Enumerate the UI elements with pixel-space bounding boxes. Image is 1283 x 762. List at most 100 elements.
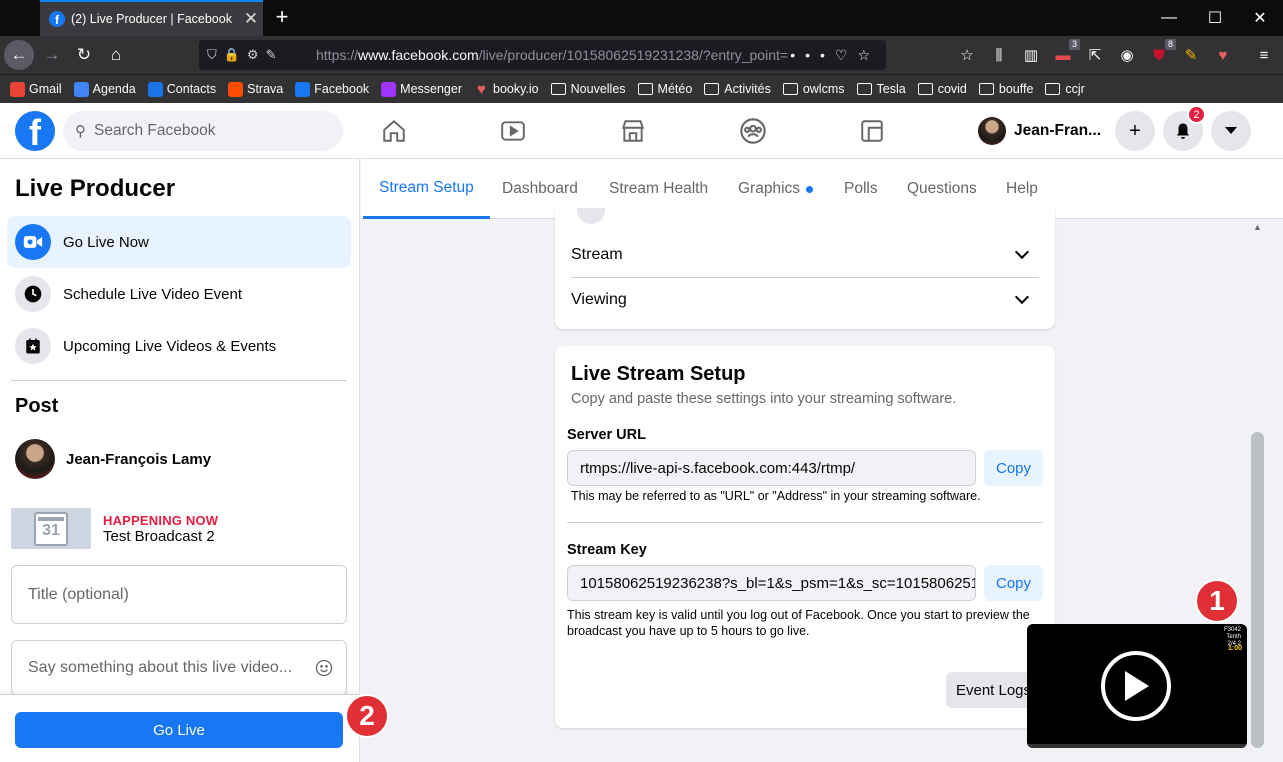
star-calendar-icon — [15, 328, 51, 364]
extension-yellow-icon[interactable]: ✎ — [1180, 44, 1202, 66]
settings-section-icon — [577, 208, 605, 224]
bookmark-label: Tesla — [876, 82, 906, 96]
bookmark-item[interactable]: ccjr — [1045, 82, 1085, 96]
accordion-label: Stream — [571, 246, 623, 263]
bookmark-item[interactable]: Nouvelles — [550, 82, 626, 96]
menu-hamburger-icon[interactable]: ≡ — [1253, 44, 1275, 66]
copy-server-url-button[interactable]: Copy — [984, 450, 1043, 486]
bookmark-label: booky.io — [493, 82, 539, 96]
url-actions[interactable]: •••♡☆ — [790, 47, 886, 64]
description-input[interactable]: Say something about this live video... — [11, 640, 347, 696]
profile-chip[interactable]: Jean-Fran... — [978, 115, 1101, 147]
annotation-marker-2: 2 — [345, 694, 389, 738]
back-button[interactable]: ← — [4, 40, 34, 70]
scroll-up-arrow-icon[interactable]: ▲ — [1251, 222, 1264, 235]
bookmark-item[interactable]: bouffe — [978, 82, 1033, 96]
bookmark-item[interactable]: covid — [917, 82, 967, 96]
sidebar-item-go-live-now[interactable]: Go Live Now — [7, 216, 351, 268]
bookmark-item[interactable]: Agenda — [73, 81, 136, 97]
folder-icon — [782, 83, 798, 95]
watch-nav-icon[interactable] — [496, 115, 530, 147]
folder-icon — [978, 83, 994, 95]
bookmark-label: Activités — [724, 82, 771, 96]
browser-tab-strip: f (2) Live Producer | Facebook ✕ + — ☐ ✕ — [0, 0, 1283, 36]
folder-icon — [704, 83, 720, 95]
folder-icon — [1045, 83, 1061, 95]
home-nav-icon[interactable] — [377, 115, 411, 147]
caret-down-icon — [1225, 127, 1237, 134]
library-icon[interactable]: ⫼ — [988, 44, 1010, 66]
browser-tab-title: (2) Live Producer | Facebook — [71, 12, 232, 26]
bell-icon — [1177, 123, 1189, 139]
minimize-window-button[interactable]: — — [1146, 0, 1192, 36]
bookmark-label: Agenda — [92, 82, 136, 96]
bookmark-item[interactable]: ♥ booky.io — [474, 80, 539, 98]
ublock-icon[interactable]: ⛊ 8 — [1148, 39, 1176, 66]
new-tab-button[interactable]: + — [270, 5, 294, 29]
bookmark-item[interactable]: Facebook — [295, 81, 369, 97]
maximize-window-button[interactable]: ☐ — [1192, 0, 1238, 36]
scoreboard-line: Tenth — [1226, 634, 1241, 640]
annotation-marker-1: 1 — [1195, 579, 1239, 623]
bookmark-item[interactable]: Gmail — [10, 81, 62, 97]
title-input[interactable]: Title (optional) — [11, 565, 347, 624]
stream-preview-player[interactable]: F3042 Tenth 2/4 2 1:00 — [1027, 624, 1247, 748]
close-tab-icon[interactable]: ✕ — [239, 9, 263, 29]
bookmark-item[interactable]: Activités — [704, 82, 771, 96]
post-heading: Post — [15, 395, 59, 417]
site-security-icons[interactable]: ⛉🔒⚙✎ — [199, 47, 316, 63]
clock-icon — [15, 276, 51, 312]
booky-heart-icon[interactable]: ♥ — [1212, 44, 1234, 66]
bookmark-label: Contacts — [166, 82, 217, 96]
gaming-nav-icon[interactable] — [855, 115, 889, 147]
live-stream-setup-card: Live Stream Setup Copy and paste these s… — [555, 346, 1055, 728]
sidebar-icon[interactable]: ▥ — [1020, 44, 1042, 66]
bookmark-item[interactable]: owlcms — [782, 82, 845, 96]
heart-icon: ♥ — [477, 80, 486, 98]
create-button[interactable]: + — [1115, 111, 1155, 151]
close-window-button[interactable]: ✕ — [1237, 0, 1283, 36]
go-live-button[interactable]: Go Live — [15, 712, 343, 748]
facebook-header: f ⚲ Search Facebook Jean-Fran... + 2 — [0, 103, 1283, 159]
accordion-stream[interactable]: Stream — [571, 233, 1039, 277]
plus-icon: + — [1129, 119, 1141, 142]
play-icon[interactable] — [1101, 651, 1171, 721]
bookmark-item[interactable]: Contacts — [147, 81, 217, 97]
calendar-day: 31 — [42, 521, 60, 539]
divider — [11, 380, 347, 381]
marketplace-nav-icon[interactable] — [616, 115, 650, 147]
reload-button[interactable]: ↻ — [69, 40, 99, 70]
setup-title: Live Stream Setup — [571, 363, 746, 385]
emoji-icon[interactable] — [314, 658, 334, 678]
sidebar-item-schedule-live-video-event[interactable]: Schedule Live Video Event — [7, 268, 351, 320]
groups-nav-icon[interactable] — [736, 115, 770, 147]
search-input[interactable]: ⚲ Search Facebook — [63, 111, 343, 151]
facebook-logo-icon[interactable]: f — [15, 111, 55, 151]
scrollbar-thumb[interactable] — [1251, 432, 1264, 748]
bookmark-item[interactable]: Météo — [637, 82, 692, 96]
bookmark-item[interactable]: Strava — [228, 81, 283, 97]
server-url-field[interactable]: rtmps://live-api-s.facebook.com:443/rtmp… — [567, 450, 976, 486]
notifications-button[interactable]: 2 — [1163, 105, 1206, 151]
tab-stream-setup[interactable]: Stream Setup — [363, 159, 490, 219]
open-external-icon[interactable]: ⇱ — [1084, 44, 1106, 66]
event-status: HAPPENING NOW — [103, 512, 219, 528]
extension-red-icon[interactable]: ▬ 3 — [1052, 39, 1080, 66]
bookmark-item[interactable]: Tesla — [856, 82, 906, 96]
strava-icon — [228, 81, 244, 97]
browser-tab[interactable]: f (2) Live Producer | Facebook ✕ — [40, 0, 263, 36]
address-bar[interactable]: ⛉🔒⚙✎ https://www.facebook.com/live/produ… — [199, 40, 886, 70]
home-button[interactable]: ⌂ — [101, 40, 131, 70]
stream-key-field[interactable]: 10158062519236238?s_bl=1&s_psm=1&s_sc=10… — [567, 565, 976, 601]
scheduled-event-card[interactable]: 31 HAPPENING NOW Test Broadcast 2 — [11, 508, 218, 549]
sidebar-item-upcoming-live-videos[interactable]: Upcoming Live Videos & Events — [7, 320, 351, 372]
accordion-viewing[interactable]: Viewing — [571, 278, 1039, 322]
account-menu-button[interactable] — [1211, 111, 1251, 151]
bookmark-label: Messenger — [400, 82, 462, 96]
description-placeholder: Say something about this live video... — [28, 659, 293, 676]
copy-stream-key-button[interactable]: Copy — [984, 565, 1043, 601]
account-icon[interactable]: ◉ — [1116, 44, 1138, 66]
bookmark-item[interactable]: Messenger — [381, 81, 462, 97]
bookmark-star-icon[interactable]: ☆ — [956, 44, 978, 66]
forward-button[interactable]: → — [37, 40, 67, 70]
